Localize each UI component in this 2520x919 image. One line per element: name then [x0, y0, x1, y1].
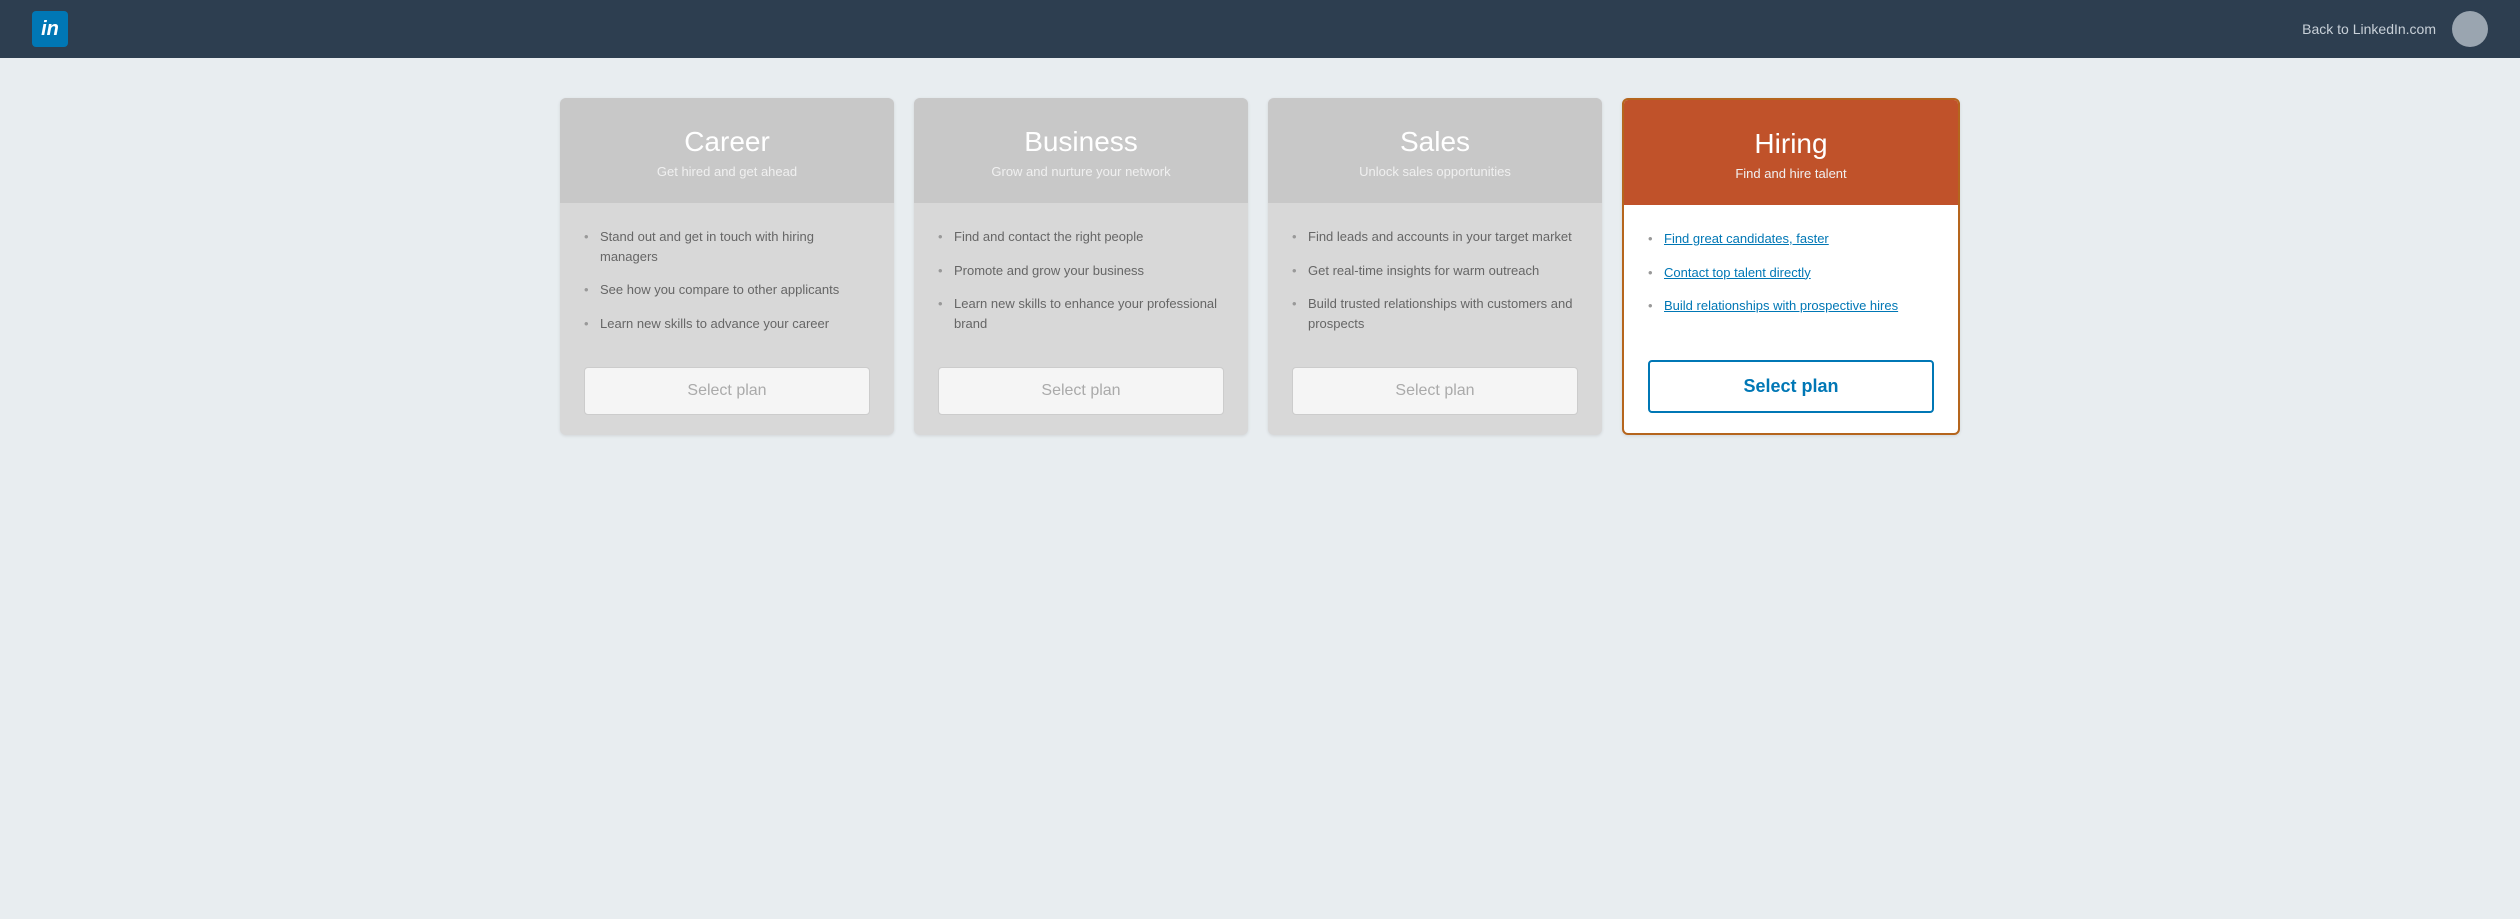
sales-body: Find leads and accounts in your target m…	[1268, 203, 1602, 435]
plan-card-hiring: Hiring Find and hire talent Find great c…	[1622, 98, 1960, 435]
plan-card-career: Career Get hired and get ahead Stand out…	[560, 98, 894, 435]
plan-header-sales: Sales Unlock sales opportunities	[1268, 98, 1602, 203]
plans-container: Career Get hired and get ahead Stand out…	[560, 98, 1960, 435]
plan-header-hiring: Hiring Find and hire talent	[1624, 100, 1958, 205]
hiring-feature-link-3[interactable]: Build relationships with prospective hir…	[1664, 298, 1898, 313]
plan-card-business: Business Grow and nurture your network F…	[914, 98, 1248, 435]
hiring-feature-link-1[interactable]: Find great candidates, faster	[1664, 231, 1829, 246]
linkedin-logo: in	[32, 11, 68, 47]
career-body: Stand out and get in touch with hiring m…	[560, 203, 894, 435]
app-header: in Back to LinkedIn.com	[0, 0, 2520, 58]
main-content: Career Get hired and get ahead Stand out…	[0, 58, 2520, 475]
header-right: Back to LinkedIn.com	[2302, 11, 2488, 47]
list-item: Find leads and accounts in your target m…	[1292, 227, 1578, 247]
sales-features: Find leads and accounts in your target m…	[1292, 227, 1578, 347]
sales-subtitle: Unlock sales opportunities	[1288, 164, 1582, 179]
avatar[interactable]	[2452, 11, 2488, 47]
hiring-body: Find great candidates, faster Contact to…	[1624, 205, 1958, 433]
back-to-linkedin-link[interactable]: Back to LinkedIn.com	[2302, 21, 2436, 37]
list-item: See how you compare to other applicants	[584, 280, 870, 300]
list-item: Build relationships with prospective hir…	[1648, 296, 1934, 316]
list-item: Build trusted relationships with custome…	[1292, 294, 1578, 333]
hiring-subtitle: Find and hire talent	[1644, 166, 1938, 181]
business-features: Find and contact the right people Promot…	[938, 227, 1224, 347]
sales-select-button[interactable]: Select plan	[1292, 367, 1578, 415]
plan-header-career: Career Get hired and get ahead	[560, 98, 894, 203]
plan-header-business: Business Grow and nurture your network	[914, 98, 1248, 203]
list-item: Stand out and get in touch with hiring m…	[584, 227, 870, 266]
business-subtitle: Grow and nurture your network	[934, 164, 1228, 179]
plan-card-sales: Sales Unlock sales opportunities Find le…	[1268, 98, 1602, 435]
career-title: Career	[580, 126, 874, 158]
career-subtitle: Get hired and get ahead	[580, 164, 874, 179]
hiring-title: Hiring	[1644, 128, 1938, 160]
list-item: Learn new skills to advance your career	[584, 314, 870, 334]
list-item: Find great candidates, faster	[1648, 229, 1934, 249]
hiring-features: Find great candidates, faster Contact to…	[1648, 229, 1934, 340]
sales-title: Sales	[1288, 126, 1582, 158]
hiring-feature-link-2[interactable]: Contact top talent directly	[1664, 265, 1811, 280]
business-body: Find and contact the right people Promot…	[914, 203, 1248, 435]
career-select-button[interactable]: Select plan	[584, 367, 870, 415]
list-item: Find and contact the right people	[938, 227, 1224, 247]
list-item: Contact top talent directly	[1648, 263, 1934, 283]
business-select-button[interactable]: Select plan	[938, 367, 1224, 415]
career-features: Stand out and get in touch with hiring m…	[584, 227, 870, 347]
list-item: Get real-time insights for warm outreach	[1292, 261, 1578, 281]
business-title: Business	[934, 126, 1228, 158]
list-item: Learn new skills to enhance your profess…	[938, 294, 1224, 333]
list-item: Promote and grow your business	[938, 261, 1224, 281]
hiring-select-button[interactable]: Select plan	[1648, 360, 1934, 413]
